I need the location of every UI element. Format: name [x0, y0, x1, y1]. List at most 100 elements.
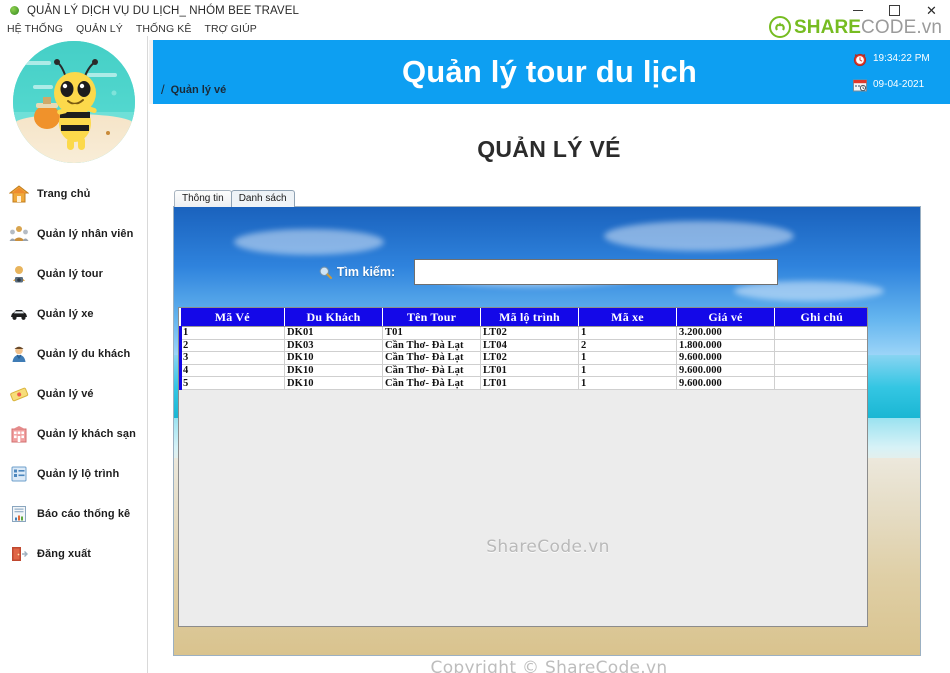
cell-gia-ve: 1.800.000	[676, 339, 775, 353]
sidebar-item-quan-ly-khach-san[interactable]: Quản lý khách sạn	[0, 421, 148, 447]
sidebar-item-dang-xuat[interactable]: Đăng xuất	[0, 541, 148, 567]
cell-ghi-chu	[774, 351, 867, 365]
column-header-ma-lo-trinh[interactable]: Mã lộ trình	[480, 308, 579, 327]
table-row[interactable]: 2 DK03 Cần Thơ- Đà Lạt LT04 2 1.800.000	[179, 339, 867, 353]
sidebar-item-quan-ly-tour[interactable]: Quản lý tour	[0, 261, 148, 287]
magnifier-icon	[318, 264, 334, 280]
cell-ghi-chu	[774, 376, 867, 390]
cell-ma-xe: 1	[578, 376, 677, 390]
sidebar-item-label: Quản lý du khách	[37, 348, 131, 360]
cell-ma-xe: 2	[578, 339, 677, 353]
tab-thong-tin[interactable]: Thông tin	[174, 190, 232, 207]
column-header-ma-xe[interactable]: Mã xe	[578, 308, 677, 327]
column-header-ghi-chu[interactable]: Ghi chú	[774, 308, 867, 327]
app-icon	[7, 4, 21, 18]
table-row[interactable]: 4 DK10 Cần Thơ- Đà Lạt LT01 1 9.600.000	[179, 364, 867, 378]
sidebar-item-quan-ly-xe[interactable]: Quản lý xe	[0, 301, 148, 327]
tab-strip: Thông tin Danh sách	[174, 190, 295, 207]
sidebar-item-label: Trang chủ	[37, 188, 91, 200]
sharecode-logo: SHARE CODE.vn	[769, 14, 942, 40]
column-header-ma-ve[interactable]: Mã Vé	[180, 308, 285, 327]
application-window: QUẢN LÝ DỊCH VỤ DU LỊCH_ NHÓM BEE TRAVEL…	[0, 0, 950, 673]
sharecode-code-text: CODE.vn	[861, 16, 942, 38]
sidebar-item-quan-ly-nhan-vien[interactable]: Quản lý nhân viên	[0, 221, 148, 247]
search-row: Tìm kiếm:	[174, 259, 920, 285]
cell-ghi-chu	[774, 326, 867, 340]
page-banner: Quản lý tour du lịch / Quản lý vé 19:34:…	[149, 40, 950, 104]
menu-quan-ly[interactable]: QUẢN LÝ	[76, 23, 123, 35]
cell-ten-tour: Cần Thơ- Đà Lạt	[382, 339, 481, 353]
column-header-ten-tour[interactable]: Tên Tour	[382, 308, 481, 327]
table-row[interactable]: 5 DK10 Cần Thơ- Đà Lạt LT01 1 9.600.000	[179, 376, 867, 390]
sidebar-item-label: Quản lý nhân viên	[37, 228, 134, 240]
date-row: 09-04-2021	[851, 76, 943, 93]
column-header-gia-ve[interactable]: Giá vé	[676, 308, 775, 327]
tourist-icon	[8, 343, 30, 365]
ticket-icon	[8, 383, 30, 405]
cell-gia-ve: 9.600.000	[676, 376, 775, 390]
sidebar-item-label: Quản lý xe	[37, 308, 94, 320]
employees-icon	[8, 223, 30, 245]
cell-du-khach: DK03	[284, 339, 383, 353]
cell-ma-lo-trinh: LT02	[480, 351, 579, 365]
clock-row: 19:34:22 PM	[851, 50, 943, 67]
cell-gia-ve: 3.200.000	[676, 326, 775, 340]
tickets-grid[interactable]: Mã Vé Du Khách Tên Tour Mã lộ trình Mã x…	[178, 307, 868, 627]
grid-empty-area	[179, 389, 867, 626]
menu-thong-ke[interactable]: THỐNG KÊ	[136, 23, 192, 35]
hotel-icon	[8, 423, 30, 445]
menu-he-thong[interactable]: HỆ THỐNG	[7, 23, 63, 35]
search-label: Tìm kiếm:	[336, 265, 396, 279]
app-heading: Quản lý tour du lịch	[401, 54, 698, 89]
cell-ma-lo-trinh: LT01	[480, 376, 579, 390]
sidebar-item-label: Quản lý tour	[37, 268, 103, 280]
sidebar-item-label: Đăng xuất	[37, 548, 92, 560]
cell-du-khach: DK01	[284, 326, 383, 340]
table-row[interactable]: 3 DK10 Cần Thơ- Đà Lạt LT02 1 9.600.000	[179, 351, 867, 365]
cell-ma-lo-trinh: LT01	[480, 364, 579, 378]
cell-gia-ve: 9.600.000	[676, 364, 775, 378]
sidebar-item-bao-cao-thong-ke[interactable]: Báo cáo thống kê	[0, 501, 148, 527]
main-content: Quản lý tour du lịch / Quản lý vé 19:34:…	[148, 36, 950, 673]
report-chart-icon	[8, 503, 30, 525]
search-input[interactable]	[414, 259, 779, 285]
clock-panel: 19:34:22 PM 09-04-2021	[851, 50, 943, 102]
table-header-row: Mã Vé Du Khách Tên Tour Mã lộ trình Mã x…	[180, 308, 867, 327]
sharecode-share-text: SHARE	[794, 16, 862, 38]
tab-panel-danh-sach: Tìm kiếm: Mã Vé Du Khách Tên Tour Mã lộ …	[173, 206, 921, 656]
column-header-du-khach[interactable]: Du Khách	[284, 308, 383, 327]
itinerary-icon	[8, 463, 30, 485]
cell-du-khach: DK10	[284, 351, 383, 365]
cell-ma-ve: 4	[179, 364, 285, 378]
table-row[interactable]: 1 DK01 T01 LT02 1 3.200.000	[179, 326, 867, 340]
breadcrumb-current: Quản lý vé	[170, 83, 227, 96]
sidebar-item-trang-chu[interactable]: Trang chủ	[0, 181, 148, 207]
calendar-icon	[851, 76, 868, 93]
sharecode-badge-icon	[769, 16, 792, 38]
sidebar: Trang chủ Quản lý nhân viên Quản lý tour…	[0, 36, 148, 673]
sidebar-item-label: Báo cáo thống kê	[37, 508, 131, 520]
logout-icon	[8, 543, 30, 565]
cell-gia-ve: 9.600.000	[676, 351, 775, 365]
bee-mascot-logo	[13, 41, 135, 163]
breadcrumb: / Quản lý vé	[161, 82, 226, 97]
sidebar-item-label: Quản lý lộ trình	[37, 468, 120, 480]
cell-ten-tour: Cần Thơ- Đà Lạt	[382, 364, 481, 378]
cell-ma-xe: 1	[578, 351, 677, 365]
cell-ma-ve: 1	[179, 326, 285, 340]
cell-ghi-chu	[774, 339, 867, 353]
cell-ma-lo-trinh: LT04	[480, 339, 579, 353]
menu-tro-giup[interactable]: TRỢ GIÚP	[204, 23, 256, 35]
sidebar-item-quan-ly-lo-trinh[interactable]: Quản lý lộ trình	[0, 461, 148, 487]
cell-ten-tour: T01	[382, 326, 481, 340]
window-title: QUẢN LÝ DỊCH VỤ DU LỊCH_ NHÓM BEE TRAVEL	[27, 4, 299, 17]
cell-ma-xe: 1	[578, 326, 677, 340]
tab-danh-sach[interactable]: Danh sách	[230, 190, 295, 207]
car-icon	[8, 303, 30, 325]
watermark-copyright: Copyright © ShareCode.vn	[430, 658, 668, 673]
cell-ma-xe: 1	[578, 364, 677, 378]
clock-time: 19:34:22 PM	[873, 53, 930, 64]
breadcrumb-separator: /	[161, 82, 165, 97]
sidebar-item-quan-ly-ve[interactable]: Quản lý vé	[0, 381, 148, 407]
sidebar-item-quan-ly-du-khach[interactable]: Quản lý du khách	[0, 341, 148, 367]
